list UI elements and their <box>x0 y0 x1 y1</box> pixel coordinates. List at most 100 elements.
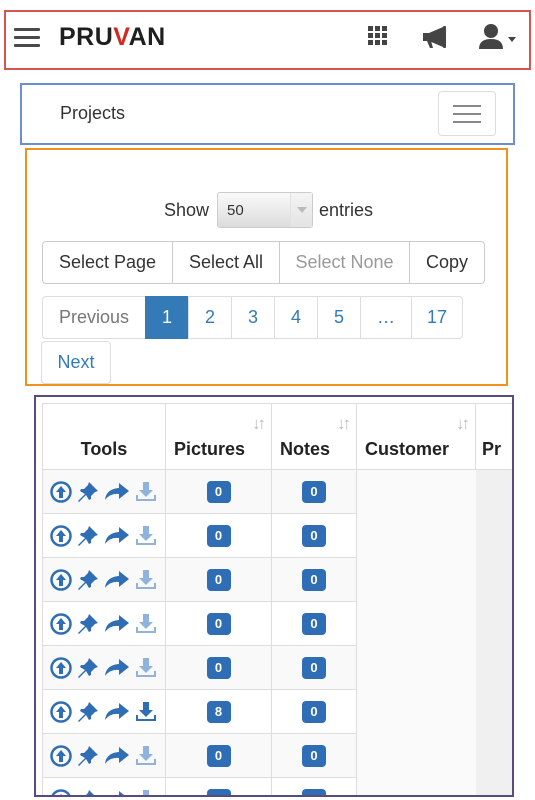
upload-icon[interactable] <box>50 524 72 547</box>
next-page-button[interactable]: Next <box>41 341 111 384</box>
share-icon[interactable] <box>104 569 130 591</box>
notes-cell[interactable]: 0 <box>271 689 357 734</box>
download-icon[interactable] <box>134 481 158 503</box>
notes-cell[interactable]: 0 <box>271 777 357 795</box>
pin-icon[interactable] <box>76 569 100 591</box>
notes-count-badge[interactable]: 0 <box>302 524 326 547</box>
share-icon[interactable] <box>104 745 130 767</box>
upload-icon[interactable] <box>50 788 72 798</box>
notes-count-badge[interactable]: 0 <box>302 744 326 767</box>
upload-icon[interactable] <box>50 744 72 767</box>
projects-title[interactable]: Projects <box>60 103 125 124</box>
pin-icon[interactable] <box>76 481 100 503</box>
pin-icon[interactable] <box>76 701 100 723</box>
share-icon[interactable] <box>104 657 130 679</box>
notes-cell[interactable]: 0 <box>271 513 357 558</box>
pin-icon[interactable] <box>76 525 100 547</box>
table-row[interactable]: 00 <box>42 557 512 602</box>
pruvan-logo[interactable]: PRUVAN <box>59 23 166 52</box>
pictures-count-badge[interactable]: 0 <box>206 524 231 547</box>
megaphone-icon[interactable] <box>420 25 450 49</box>
share-icon[interactable] <box>104 613 130 635</box>
pictures-count-badge[interactable]: 0 <box>206 568 231 591</box>
share-icon[interactable] <box>104 789 130 798</box>
notes-count-badge[interactable]: 0 <box>302 656 326 679</box>
page-17-button[interactable]: 17 <box>411 296 463 339</box>
page-2-button[interactable]: 2 <box>188 296 232 339</box>
notes-cell[interactable]: 0 <box>271 601 357 646</box>
table-row[interactable]: 00 <box>42 601 512 646</box>
sort-icon[interactable]: ↓↑ <box>337 414 351 434</box>
pictures-cell[interactable]: 8 <box>165 689 272 734</box>
pictures-count-badge[interactable]: 0 <box>206 744 231 767</box>
pictures-cell[interactable]: 0 <box>165 777 272 795</box>
select-all-button[interactable]: Select All <box>172 241 280 284</box>
page-1-button[interactable]: 1 <box>145 296 189 339</box>
table-row[interactable]: 00 <box>42 469 512 514</box>
pin-icon[interactable] <box>76 745 100 767</box>
select-page-button[interactable]: Select Page <box>42 241 173 284</box>
share-icon[interactable] <box>104 481 130 503</box>
pictures-count-badge[interactable]: 0 <box>206 656 231 679</box>
page-5-button[interactable]: 5 <box>317 296 361 339</box>
pictures-count-badge[interactable]: 8 <box>206 700 231 723</box>
pin-icon[interactable] <box>76 657 100 679</box>
notes-cell[interactable]: 0 <box>271 557 357 602</box>
table-row[interactable]: 00 <box>42 733 512 778</box>
pictures-count-badge[interactable]: 0 <box>206 480 231 503</box>
page-4-button[interactable]: 4 <box>274 296 318 339</box>
upload-icon[interactable] <box>50 568 72 591</box>
notes-count-badge[interactable]: 0 <box>302 480 326 503</box>
menu-toggle-button[interactable] <box>438 91 496 136</box>
share-icon[interactable] <box>104 701 130 723</box>
pin-icon[interactable] <box>76 613 100 635</box>
column-header-notes[interactable]: ↓↑ Notes <box>271 403 357 470</box>
download-icon[interactable] <box>134 789 158 798</box>
notes-cell[interactable]: 0 <box>271 733 357 778</box>
download-icon[interactable] <box>134 701 158 723</box>
select-none-button[interactable]: Select None <box>279 241 410 284</box>
download-icon[interactable] <box>134 569 158 591</box>
table-row[interactable]: 80 <box>42 689 512 734</box>
download-icon[interactable] <box>134 613 158 635</box>
table-row[interactable]: 00 <box>42 513 512 558</box>
pictures-cell[interactable]: 0 <box>165 645 272 690</box>
apps-grid-icon[interactable] <box>368 26 390 48</box>
upload-icon[interactable] <box>50 656 72 679</box>
pictures-cell[interactable]: 0 <box>165 733 272 778</box>
pictures-cell[interactable]: 0 <box>165 601 272 646</box>
download-icon[interactable] <box>134 745 158 767</box>
upload-icon[interactable] <box>50 480 72 503</box>
copy-button[interactable]: Copy <box>409 241 485 284</box>
pictures-cell[interactable]: 0 <box>165 469 272 514</box>
page-3-button[interactable]: 3 <box>231 296 275 339</box>
user-menu-icon[interactable] <box>478 23 522 53</box>
download-icon[interactable] <box>134 657 158 679</box>
pictures-cell[interactable]: 0 <box>165 513 272 558</box>
pictures-cell[interactable]: 0 <box>165 557 272 602</box>
notes-count-badge[interactable]: 0 <box>302 568 326 591</box>
column-header-customer[interactable]: ↓↑ Customer <box>356 403 476 470</box>
notes-cell[interactable]: 0 <box>271 645 357 690</box>
table-row[interactable]: 00 <box>42 777 512 798</box>
pictures-count-badge[interactable]: 0 <box>206 788 231 795</box>
pictures-count-badge[interactable]: 0 <box>206 612 231 635</box>
tools-cell <box>42 601 166 646</box>
notes-cell[interactable]: 0 <box>271 469 357 514</box>
entries-select[interactable]: 50 <box>217 192 314 228</box>
notes-count-badge[interactable]: 0 <box>302 700 326 723</box>
upload-icon[interactable] <box>50 612 72 635</box>
upload-icon[interactable] <box>50 700 72 723</box>
sort-icon[interactable]: ↓↑ <box>252 414 266 434</box>
notes-count-badge[interactable]: 0 <box>302 612 326 635</box>
download-icon[interactable] <box>134 525 158 547</box>
hamburger-icon[interactable] <box>14 26 42 50</box>
previous-page-button[interactable]: Previous <box>42 296 146 339</box>
sort-icon[interactable]: ↓↑ <box>456 414 470 434</box>
column-header-pictures[interactable]: ↓↑ Pictures <box>165 403 272 470</box>
table-row[interactable]: 00 <box>42 645 512 690</box>
column-header-truncated[interactable]: Pr <box>475 403 512 470</box>
pin-icon[interactable] <box>76 789 100 798</box>
notes-count-badge[interactable]: 0 <box>302 788 326 795</box>
share-icon[interactable] <box>104 525 130 547</box>
